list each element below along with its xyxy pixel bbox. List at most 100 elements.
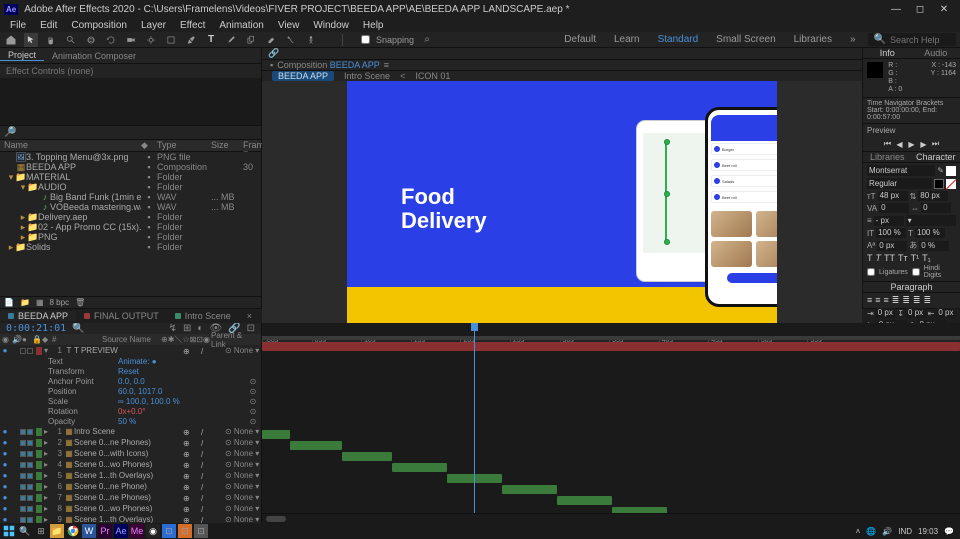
align-center-icon[interactable]: ≡ bbox=[875, 295, 880, 306]
menu-layer[interactable]: Layer bbox=[135, 20, 172, 31]
taskbar-obs-icon[interactable]: ◉ bbox=[146, 524, 160, 538]
layer-bar[interactable] bbox=[290, 441, 342, 450]
project-search[interactable]: 🔎 bbox=[0, 126, 261, 140]
menu-composition[interactable]: Composition bbox=[65, 20, 133, 31]
project-list[interactable]: 🖼 3. Topping Menu@3x.png ▪ PNG file ▦ BE… bbox=[0, 152, 261, 296]
taskbar-aftereffects-icon[interactable]: Ae bbox=[114, 524, 128, 538]
layer-bar[interactable] bbox=[262, 342, 960, 351]
last-frame-icon[interactable]: ⏭ bbox=[931, 139, 941, 149]
shape-tool-icon[interactable] bbox=[164, 33, 178, 47]
project-item[interactable]: ♪ Big Band Funk (1min edit) - AllenGrey.… bbox=[0, 192, 261, 202]
eraser-tool-icon[interactable] bbox=[264, 33, 278, 47]
tracking-input[interactable]: 0 bbox=[921, 203, 951, 213]
orbit-tool-icon[interactable] bbox=[84, 33, 98, 47]
layer-bar[interactable] bbox=[557, 496, 612, 505]
taskbar-word-icon[interactable]: W bbox=[82, 524, 96, 538]
taskbar-premiere-icon[interactable]: Pr bbox=[98, 524, 112, 538]
menu-edit[interactable]: Edit bbox=[34, 20, 63, 31]
timeline-layer[interactable]: ● ▸ 7▦ Scene 0...ne Phones) ⊕/ ⊙ None ▾ bbox=[0, 492, 261, 503]
pan-behind-tool-icon[interactable] bbox=[144, 33, 158, 47]
taskbar-taskview-icon[interactable]: ⊞ bbox=[34, 524, 48, 538]
workspace-libraries[interactable]: Libraries bbox=[788, 34, 838, 45]
snapping-checkbox[interactable] bbox=[361, 35, 370, 44]
first-frame-icon[interactable]: ⏮ bbox=[883, 139, 893, 149]
project-item[interactable]: ▸ 📁 Delivery.aep ▪ Folder bbox=[0, 212, 261, 222]
proj-bpc[interactable]: 8 bpc bbox=[50, 298, 70, 307]
kerning-input[interactable]: 0 bbox=[879, 203, 909, 213]
project-item[interactable]: ♪ VOBeeda mastering.wav ▪ WAV ... MB bbox=[0, 202, 261, 212]
prev-frame-icon[interactable]: ◀ bbox=[895, 139, 905, 149]
align-right-icon[interactable]: ≡ bbox=[884, 295, 889, 306]
tray-network-icon[interactable]: 🌐 bbox=[866, 527, 876, 536]
tray-time[interactable]: 19:03 bbox=[918, 527, 938, 536]
scrollbar-thumb[interactable] bbox=[266, 516, 286, 522]
baseline-input[interactable]: 0 px bbox=[877, 241, 907, 251]
project-item[interactable]: ▸ 📁 02 - App Promo CC (15x).aep ▪ Folder bbox=[0, 222, 261, 232]
tray-lang[interactable]: IND bbox=[898, 527, 912, 536]
taskbar-search-icon[interactable]: 🔍 bbox=[18, 524, 32, 538]
layer-bar[interactable] bbox=[392, 463, 447, 472]
taskbar-chrome-icon[interactable] bbox=[66, 524, 80, 538]
tab-animation-composer[interactable]: Animation Composer bbox=[44, 51, 144, 61]
allcaps-icon[interactable]: TT bbox=[884, 253, 895, 263]
font-family-select[interactable]: Montserrat bbox=[867, 165, 935, 176]
maximize-button[interactable]: ◻ bbox=[908, 4, 932, 15]
project-item[interactable]: ▸ 📁 Solids ▪ Folder bbox=[0, 242, 261, 252]
current-time-indicator[interactable] bbox=[474, 323, 475, 523]
timeline-layer[interactable]: ● ▸ 5▦ Scene 1...th Overlays) ⊕/ ⊙ None … bbox=[0, 470, 261, 481]
tab-audio[interactable]: Audio bbox=[912, 48, 960, 58]
eyedropper-icon[interactable]: ✎ bbox=[937, 166, 944, 175]
pen-tool-icon[interactable] bbox=[184, 33, 198, 47]
camera-tool-icon[interactable] bbox=[124, 33, 138, 47]
timeline-layer[interactable]: ● ▸ 6▦ Scene 0...ne Phone) ⊕/ ⊙ None ▾ bbox=[0, 481, 261, 492]
timeline-layer[interactable]: ● ▾ 1T T PREVIEW ⊕/ ⊙ None ▾ bbox=[0, 345, 261, 356]
proj-comp-icon[interactable]: ▦ bbox=[36, 298, 44, 307]
zoom-tool-icon[interactable] bbox=[64, 33, 78, 47]
layer-bar[interactable] bbox=[342, 452, 392, 461]
layer-property[interactable]: Scale∞ 100.0, 100.0 %⊙ bbox=[0, 396, 261, 406]
tab-project[interactable]: Project bbox=[0, 50, 44, 61]
stroke-style[interactable]: ▾ bbox=[906, 215, 956, 226]
tray-volume-icon[interactable]: 🔊 bbox=[882, 527, 892, 536]
tl-icon-c[interactable]: ◐ bbox=[197, 323, 203, 334]
hscale-input[interactable]: 100 % bbox=[915, 228, 945, 238]
brush-tool-icon[interactable] bbox=[224, 33, 238, 47]
tab-character[interactable]: Character bbox=[912, 152, 960, 162]
justify-left-icon[interactable]: ≣ bbox=[892, 295, 900, 306]
timeline-layer[interactable]: ● ▸ 3▦ Scene 0...with Icons) ⊕/ ⊙ None ▾ bbox=[0, 448, 261, 459]
breadcrumb-intro[interactable]: Intro Scene bbox=[344, 71, 390, 81]
type-tool-icon[interactable]: T bbox=[204, 33, 218, 47]
timeline-tab[interactable]: FINAL OUTPUT bbox=[76, 311, 167, 321]
play-icon[interactable]: ▶ bbox=[907, 139, 917, 149]
col-size[interactable]: Size bbox=[211, 140, 243, 151]
align-left-icon[interactable]: ≡ bbox=[867, 295, 872, 306]
timeline-tab[interactable]: Intro Scene bbox=[167, 311, 239, 321]
project-item[interactable]: ▸ 📁 PNG ▪ Folder bbox=[0, 232, 261, 242]
tray-notifications-icon[interactable]: 💬 bbox=[944, 527, 954, 536]
workspace-learn[interactable]: Learn bbox=[608, 34, 646, 45]
taskbar-media-encoder-icon[interactable]: Me bbox=[130, 524, 144, 538]
proj-trash-icon[interactable]: 🗑 bbox=[75, 298, 85, 307]
tl-icon-a[interactable]: ↯ bbox=[169, 323, 177, 334]
vscale-input[interactable]: 100 % bbox=[876, 228, 906, 238]
col-label[interactable]: ◆ bbox=[141, 140, 157, 151]
font-size-input[interactable]: 48 px bbox=[878, 191, 908, 201]
justify-center-icon[interactable]: ≣ bbox=[902, 295, 910, 306]
taskbar-app-a[interactable]: ⊡ bbox=[162, 524, 176, 538]
hand-tool-icon[interactable] bbox=[44, 33, 58, 47]
hindi-checkbox[interactable] bbox=[912, 268, 920, 276]
rotation-tool-icon[interactable] bbox=[104, 33, 118, 47]
smallcaps-icon[interactable]: Tᴛ bbox=[898, 253, 908, 263]
project-item[interactable]: 🖼 3. Topping Menu@3x.png ▪ PNG file bbox=[0, 152, 261, 162]
workspace-default[interactable]: Default bbox=[558, 34, 602, 45]
timeline-layer[interactable]: ● ▸ 4▦ Scene 0...wo Phones) ⊕/ ⊙ None ▾ bbox=[0, 459, 261, 470]
taskbar-explorer-icon[interactable]: 📁 bbox=[50, 524, 64, 538]
col-frame[interactable]: Frame R... bbox=[243, 140, 261, 151]
timeline-layer[interactable]: ● ▸ 9▦ Scene 1...th Overlays) ⊕/ ⊙ None … bbox=[0, 514, 261, 523]
workspace-standard[interactable]: Standard bbox=[652, 34, 705, 45]
puppet-tool-icon[interactable] bbox=[304, 33, 318, 47]
timeline-scrollbar-h[interactable] bbox=[262, 513, 960, 523]
breadcrumb-back[interactable]: < bbox=[400, 71, 405, 81]
tsume-input[interactable]: 0 % bbox=[919, 241, 949, 251]
search-layers-icon[interactable]: 🔍 bbox=[72, 323, 84, 334]
